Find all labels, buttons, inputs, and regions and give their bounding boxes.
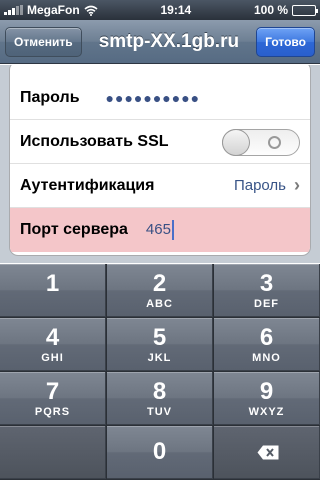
backspace-icon [257, 445, 279, 460]
battery-icon [292, 4, 318, 16]
carrier-name: MegaFon [27, 3, 80, 17]
backspace-key[interactable] [214, 426, 320, 479]
cancel-button[interactable]: Отменить [5, 26, 82, 57]
port-row[interactable]: Порт сервера 465 [10, 208, 310, 252]
settings-group: Пароль ●●●●●●●●●● Использовать SSL Аутен… [9, 65, 311, 256]
toggle-off-icon [268, 136, 281, 149]
key-0[interactable]: 0 [107, 426, 213, 479]
settings-form: Пароль ●●●●●●●●●● Использовать SSL Аутен… [0, 65, 320, 263]
numeric-keypad: 1 2 ABC 3 DEF 4 GHI 5 JKL 6 MNO 7 PQRS 8 TUV 9W… [0, 264, 320, 480]
battery-percent: 100 % [253, 3, 288, 17]
page-title: smtp-XX.1gb.ru [98, 30, 240, 52]
ssl-toggle[interactable] [222, 129, 300, 156]
auth-value: Пароль [233, 177, 286, 194]
password-field[interactable]: ●●●●●●●●●● [106, 90, 201, 106]
password-row[interactable]: Пароль ●●●●●●●●●● [10, 76, 310, 120]
signal-icon [4, 5, 23, 15]
auth-label: Аутентификация [20, 176, 155, 194]
key-7[interactable]: 7 PQRS [0, 372, 106, 425]
auth-row[interactable]: Аутентификация Пароль › [10, 164, 310, 208]
port-input[interactable]: 465 [146, 220, 174, 240]
key-5[interactable]: 5 JKL [107, 318, 213, 371]
chevron-right-icon: › [294, 175, 300, 195]
key-2[interactable]: 2 ABC [107, 264, 213, 317]
status-bar: MegaFon 19:14 100 % [0, 0, 320, 20]
key-6[interactable]: 6 MNO [214, 318, 320, 371]
key-4[interactable]: 4 GHI [0, 318, 106, 371]
key-9[interactable]: 9 WXYZ [214, 372, 320, 425]
navigation-bar: Отменить smtp-XX.1gb.ru Готово [0, 20, 320, 64]
done-button[interactable]: Готово [256, 26, 315, 57]
key-8[interactable]: 8 TUV [107, 372, 213, 425]
ssl-label: Использовать SSL [20, 132, 169, 150]
password-label: Пароль [20, 88, 80, 106]
key-3[interactable]: 3 DEF [214, 264, 320, 317]
key-blank [0, 426, 106, 479]
key-1[interactable]: 1 [0, 264, 106, 317]
wifi-icon [84, 5, 98, 16]
text-cursor [171, 220, 174, 240]
ssl-row: Использовать SSL [10, 120, 310, 164]
port-label: Порт сервера [20, 221, 128, 238]
clock: 19:14 [160, 3, 192, 17]
toggle-knob [222, 129, 250, 156]
